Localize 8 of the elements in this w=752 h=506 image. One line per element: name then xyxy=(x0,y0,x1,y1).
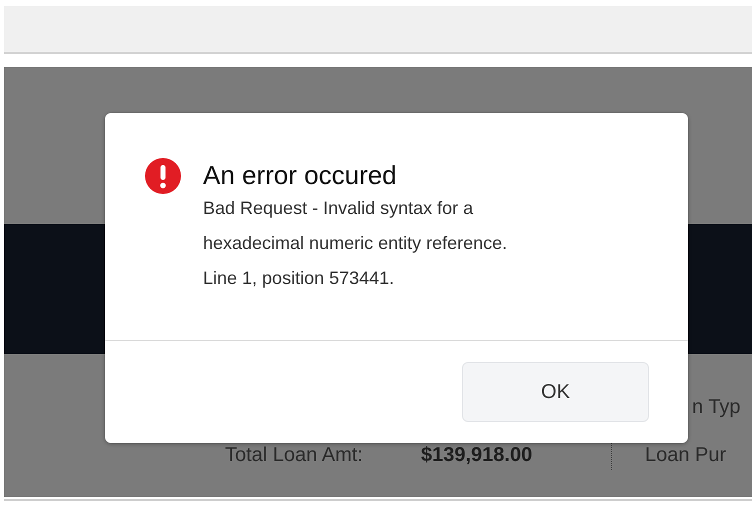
field-label: n Typ xyxy=(692,395,741,419)
ok-button[interactable]: OK xyxy=(462,362,649,422)
field-label: Loan Pur xyxy=(645,443,726,467)
error-message: Bad Request - Invalid syntax for a hexadecimal numeric entity reference. Line 1, position 573441. xyxy=(203,197,508,290)
field-label: Total Loan Amt: xyxy=(225,443,364,467)
dialog-title: An error occured xyxy=(203,159,398,192)
error-icon xyxy=(145,158,181,194)
loan-amount-value: $139,918.00 xyxy=(421,443,534,467)
